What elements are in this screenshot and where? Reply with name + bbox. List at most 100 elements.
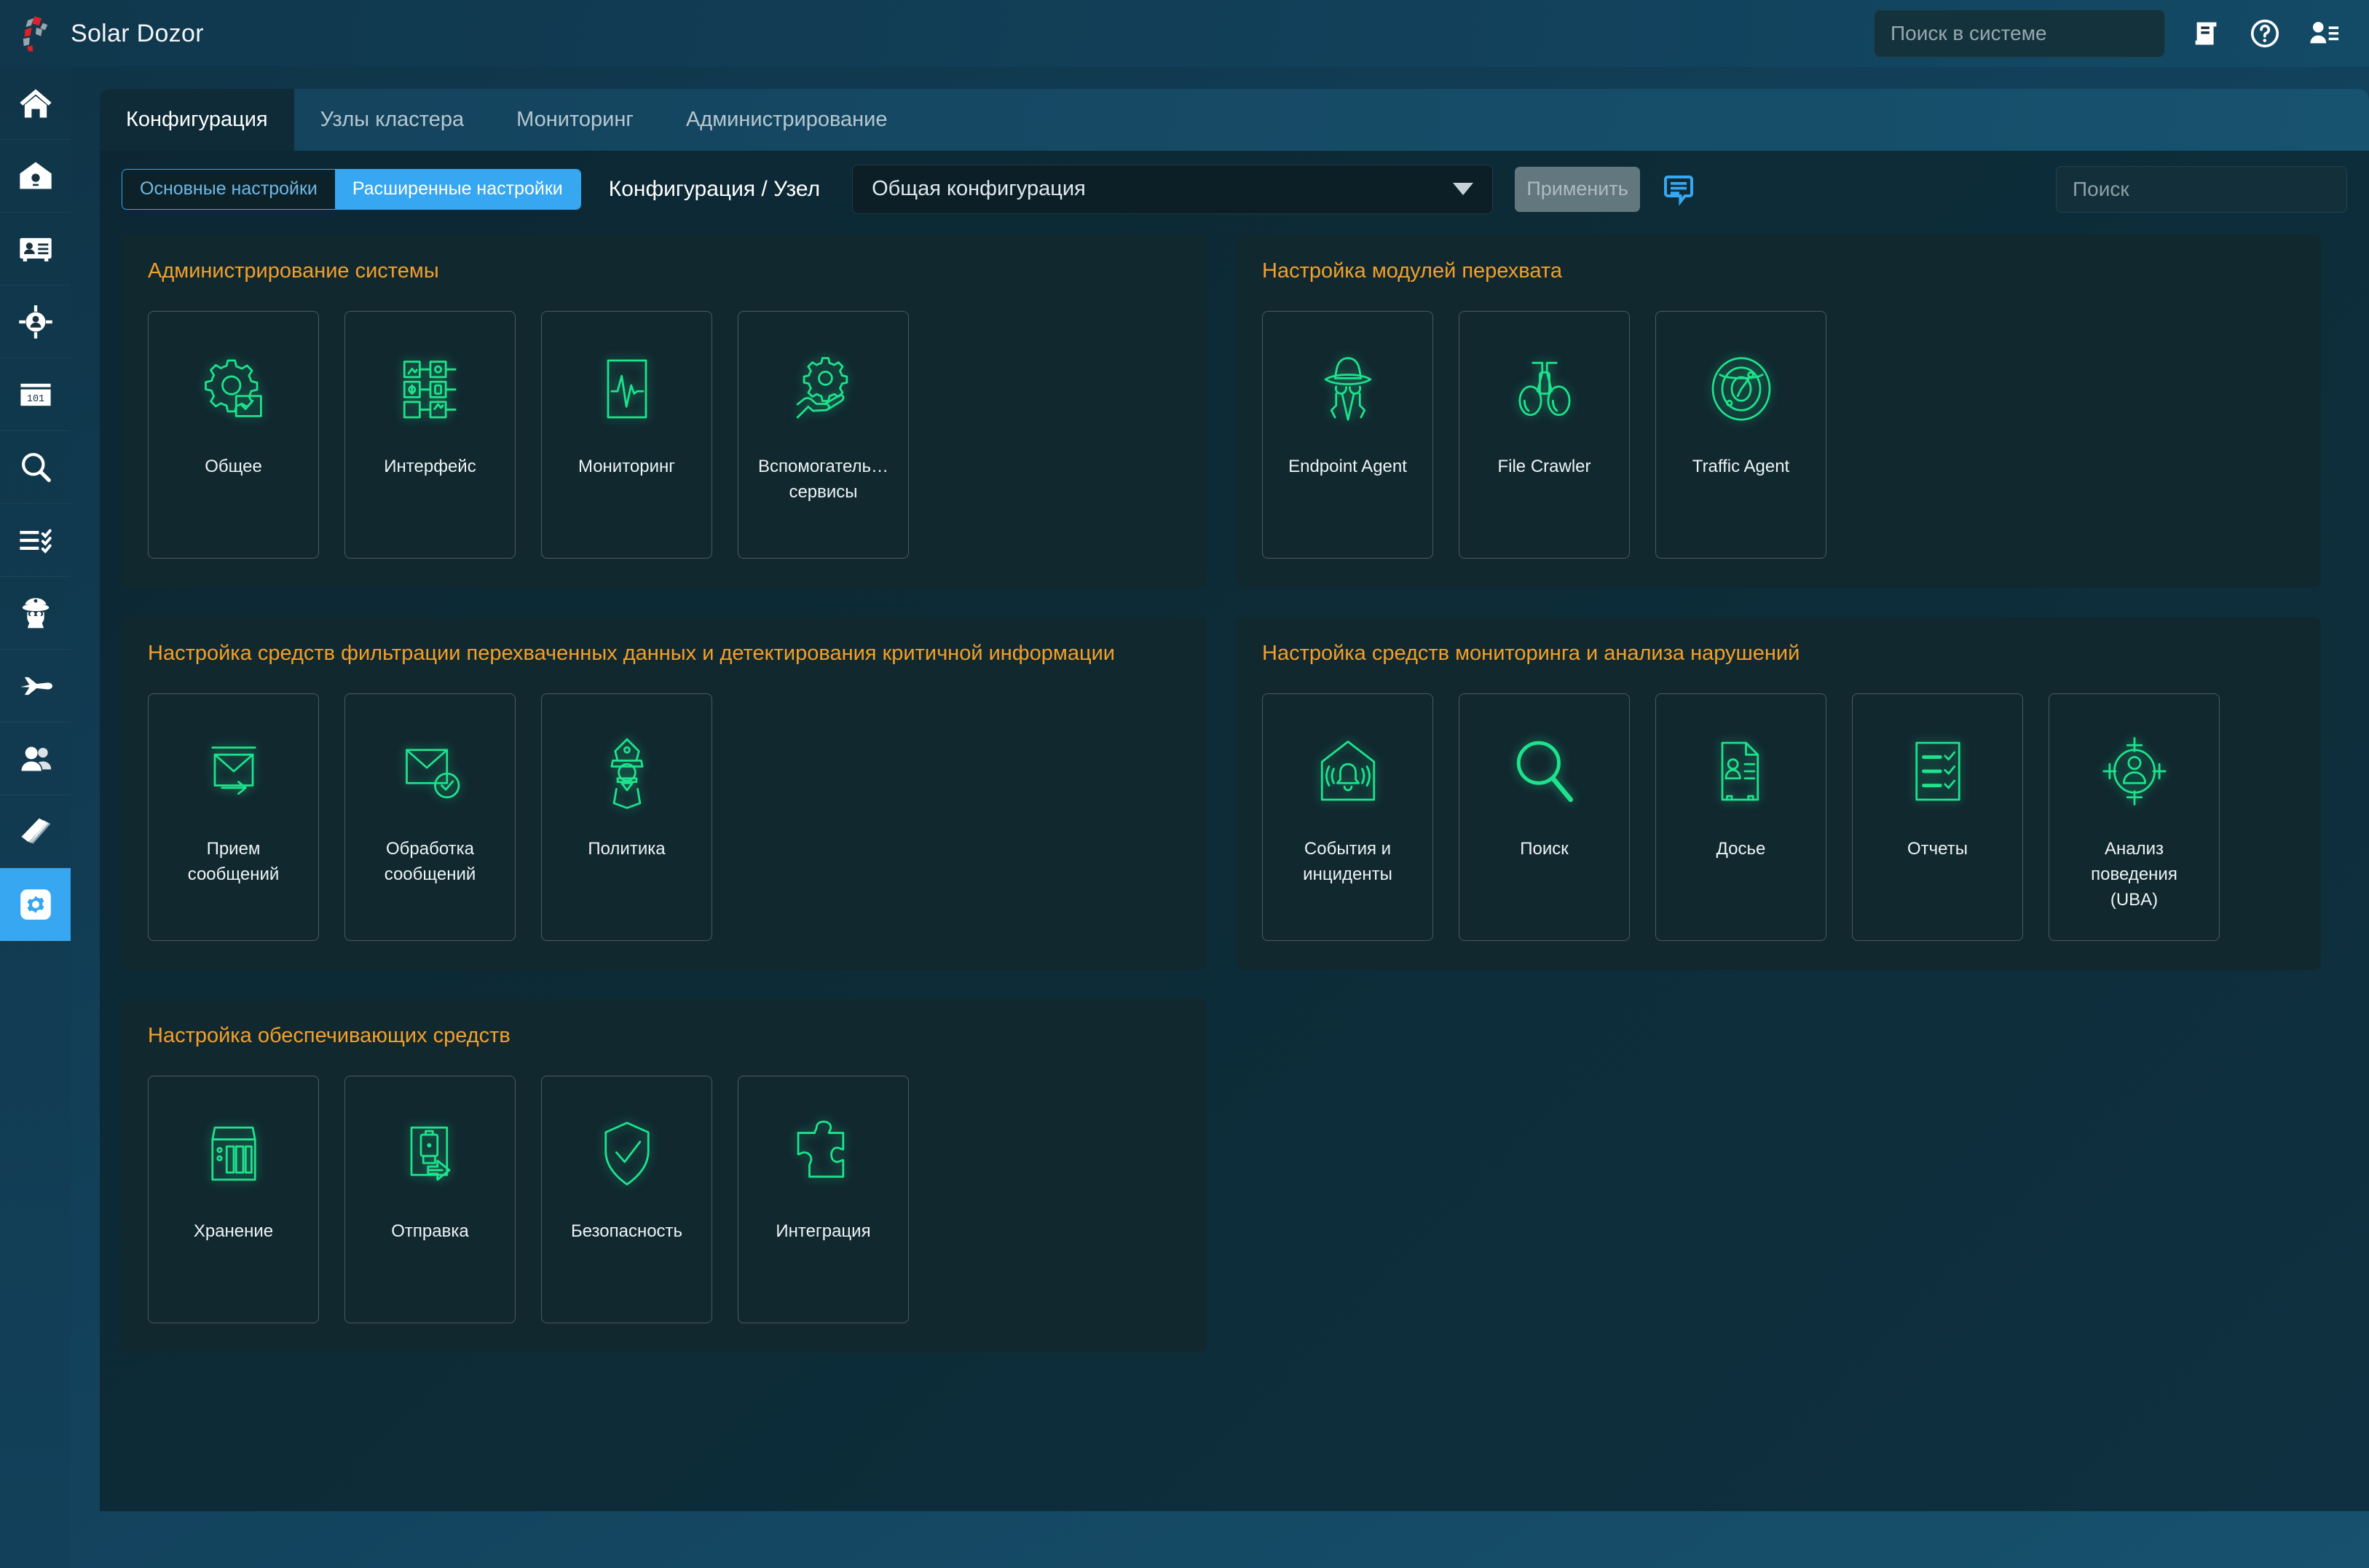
uba-target-icon [18, 304, 52, 339]
reports-icon [19, 529, 52, 553]
config-card[interactable]: Поиск [1459, 693, 1630, 941]
police-policy-icon [542, 694, 712, 848]
section-title: Настройка обеспечивающих средств [148, 1024, 511, 1047]
config-card[interactable]: Traffic Agent [1655, 311, 1826, 559]
config-card[interactable]: Endpoint Agent [1262, 311, 1433, 559]
card-label: Endpoint Agent [1288, 457, 1407, 476]
section-panel: Настройка модулей перехвата Endpoint Agen… [1236, 235, 2321, 588]
global-search-input[interactable] [1891, 22, 2153, 45]
card-list: Endpoint Agent File Crawler Traffic Agent [1262, 311, 2295, 559]
sections-grid: Администрирование системы Общее Интерфейс М… [122, 235, 2347, 1352]
section-title: Настройка модулей перехвата [1262, 259, 1562, 283]
config-card[interactable]: Хранение [148, 1076, 319, 1323]
config-card[interactable]: Досье [1655, 693, 1826, 941]
home-icon [19, 89, 52, 117]
card-label: Отчеты [1907, 839, 1968, 859]
card-label: Политика [588, 839, 666, 859]
config-card[interactable]: Обработка сообщений [344, 693, 516, 941]
sidebar-item-intercept[interactable] [0, 650, 71, 722]
dossier-icon [1656, 694, 1826, 848]
config-select-value: Общая конфигурация [872, 177, 1086, 200]
dispatch-icon [345, 1076, 515, 1231]
apply-button[interactable]: Применить [1515, 166, 1641, 212]
config-card[interactable]: Отчеты [1852, 693, 2023, 941]
section-title: Настройка средств мониторинга и анализа … [1262, 642, 1800, 665]
top-bar-actions [1874, 9, 2369, 58]
config-card[interactable]: Безопасность [541, 1076, 712, 1323]
comment-icon[interactable] [1662, 172, 1697, 207]
sidebar-item-configuration[interactable] [0, 868, 71, 941]
card-label: Общее [205, 457, 262, 476]
sidebar-item-policy[interactable] [0, 577, 71, 650]
config-select[interactable]: Общая конфигурация [852, 164, 1494, 214]
sidebar-item-data[interactable]: 101 [0, 358, 71, 431]
sidebar-item-home[interactable] [0, 67, 71, 140]
card-label: Безопасность [570, 1221, 683, 1241]
config-card[interactable]: События и инциденты [1262, 693, 1433, 941]
config-card[interactable]: Вспомогатель… сервисы [738, 311, 909, 559]
card-label: Traffic Agent [1692, 457, 1790, 476]
breadcrumb: Конфигурация / Узел [608, 176, 821, 201]
section-panel: Настройка средств мониторинга и анализа … [1236, 617, 2321, 970]
tab-3[interactable]: Администрирование [660, 89, 914, 151]
app-logo[interactable] [0, 12, 71, 55]
card-label: Поиск [1520, 839, 1569, 859]
config-card[interactable]: Отправка [344, 1076, 516, 1323]
section-panel: Настройка средств фильтрации перехваченн… [122, 617, 1207, 970]
config-card[interactable]: File Crawler [1459, 311, 1630, 559]
dossier-icon [19, 237, 52, 261]
panel-search-input[interactable] [2073, 177, 2336, 201]
left-column: Администрирование системы Общее Интерфейс М… [122, 235, 1207, 1352]
toolbar: Основные настройки Расширенные настройки … [100, 151, 2369, 227]
section-panel: Настройка обеспечивающих средств Хранение… [122, 999, 1207, 1352]
config-card[interactable]: Политика [541, 693, 712, 941]
mail-check-icon [345, 694, 515, 848]
sidebar-item-events[interactable] [0, 140, 71, 213]
card-label: Отправка [391, 1221, 469, 1241]
card-label: Вспомогатель… сервисы [757, 457, 889, 502]
radar-target-icon [1656, 312, 1826, 466]
user-menu-icon[interactable] [2306, 17, 2340, 50]
card-label: Хранение [193, 1221, 274, 1241]
card-list: Прием сообщений Обработка сообщений Политика [148, 693, 1180, 941]
panel-search[interactable] [2056, 165, 2347, 213]
tab-0[interactable]: Конфигурация [100, 89, 294, 151]
sidebar-item-search[interactable] [0, 431, 71, 504]
card-label: File Crawler [1497, 457, 1591, 476]
section-title: Настройка средств фильтрации перехваченн… [148, 642, 1115, 665]
top-bar: Solar Dozor [0, 0, 2369, 67]
mail-receive-icon [149, 694, 318, 848]
help-icon[interactable] [2248, 17, 2282, 50]
tab-2[interactable]: Мониторинг [490, 89, 660, 151]
interface-grid-icon [345, 312, 515, 466]
config-card[interactable]: Прием сообщений [148, 693, 319, 941]
sidebar-item-uba[interactable] [0, 285, 71, 358]
card-label: Обработка сообщений [384, 839, 476, 884]
pulse-monitor-icon [542, 312, 712, 466]
tab-1[interactable]: Узлы кластера [294, 89, 491, 151]
section-title: Администрирование системы [148, 259, 439, 283]
events-incidents-icon [1263, 694, 1432, 848]
config-card[interactable]: Анализ поведения (UBA) [2049, 693, 2220, 941]
sidebar-item-book[interactable] [0, 795, 71, 868]
binoculars-icon [1459, 312, 1629, 466]
search-icon [21, 452, 51, 482]
settings-mode-option-1[interactable]: Расширенные настройки [334, 169, 580, 209]
sidebar-item-people[interactable] [0, 722, 71, 795]
global-search[interactable] [1874, 9, 2165, 58]
config-card[interactable]: Мониторинг [541, 311, 712, 559]
card-label: События и инциденты [1303, 839, 1392, 884]
solar-dozor-logo-icon [23, 16, 47, 52]
config-card[interactable]: Интерфейс [344, 311, 516, 559]
settings-mode-option-0[interactable]: Основные настройки [122, 169, 335, 209]
app-title: Solar Dozor [71, 19, 204, 47]
config-card[interactable]: Интеграция [738, 1076, 909, 1323]
sidebar-item-dossier[interactable] [0, 213, 71, 285]
magnifier-icon [1459, 694, 1629, 848]
config-card[interactable]: Общее [148, 311, 319, 559]
tab-bar: Конфигурация Узлы кластера Мониторинг Админ… [100, 89, 2369, 151]
settings-mode-toggle[interactable]: Основные настройки Расширенные настройки [122, 168, 581, 210]
card-list: Общее Интерфейс Мониторинг Вспомогатель… сер… [148, 311, 1180, 559]
journal-icon[interactable] [2190, 17, 2223, 50]
sidebar-item-reports[interactable] [0, 504, 71, 577]
